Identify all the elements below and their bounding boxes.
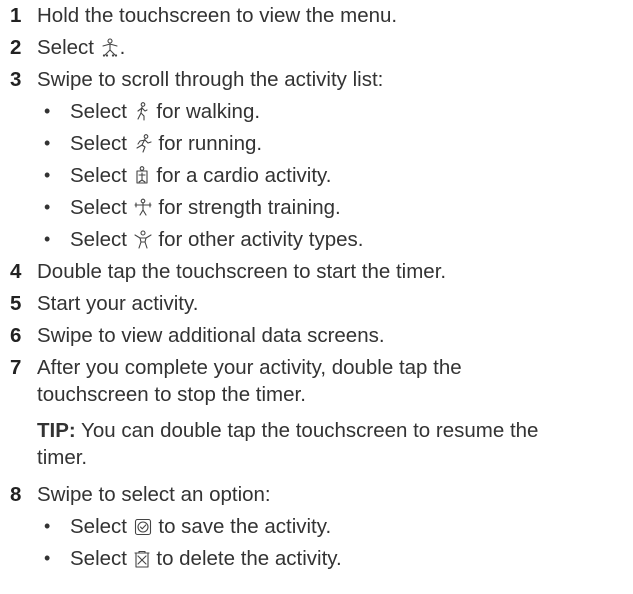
- step-number: 5: [10, 292, 22, 315]
- cardio-icon: [134, 166, 150, 185]
- instruction-document: 1 Hold the touchscreen to view the menu.…: [0, 0, 633, 594]
- running-icon: [134, 134, 152, 153]
- bullet: •: [44, 516, 51, 536]
- bullet: •: [44, 229, 51, 249]
- activity-menu-icon: [101, 38, 119, 57]
- tip-text: TIP: You can double tap the touchscreen …: [37, 419, 539, 442]
- step-number: 7: [10, 356, 22, 379]
- tip-label: TIP:: [37, 419, 76, 442]
- step-number: 4: [10, 260, 22, 283]
- step-text: Hold the touchscreen to view the menu.: [37, 4, 398, 27]
- bullet-text: Select for a cardio activity.: [70, 164, 332, 187]
- step-number: 1: [10, 4, 22, 27]
- bullet-text: Select for strength training.: [70, 196, 341, 219]
- strength-icon: [134, 198, 152, 217]
- bullet-text: Select for running.: [70, 132, 263, 155]
- delete-trash-icon: [134, 550, 150, 568]
- bullet: •: [44, 165, 51, 185]
- step-text: Select .: [37, 36, 126, 59]
- bullet: •: [44, 133, 51, 153]
- step-number: 8: [10, 483, 22, 506]
- step-number: 6: [10, 324, 22, 347]
- bullet-text: Select for other activity types.: [70, 228, 364, 251]
- walking-icon: [134, 102, 150, 121]
- other-activity-icon: [134, 230, 152, 249]
- bullet: •: [44, 101, 51, 121]
- bullet: •: [44, 197, 51, 217]
- step-text: Swipe to view additional data screens.: [37, 324, 385, 347]
- bullet-text: Select to delete the activity.: [70, 547, 342, 570]
- step-text: touchscreen to stop the timer.: [37, 383, 306, 406]
- tip-text: timer.: [37, 446, 88, 469]
- save-check-icon: [134, 518, 152, 536]
- bullet-text: Select to save the activity.: [70, 515, 332, 538]
- step-text: Swipe to select an option:: [37, 483, 271, 506]
- bullet: •: [44, 548, 51, 568]
- step-text: Double tap the touchscreen to start the …: [37, 260, 447, 283]
- step-number: 3: [10, 68, 22, 91]
- step-number: 2: [10, 36, 22, 59]
- step-text: Swipe to scroll through the activity lis…: [37, 68, 384, 91]
- bullet-text: Select for walking.: [70, 100, 261, 123]
- step-text: Start your activity.: [37, 292, 199, 315]
- step-text: After you complete your activity, double…: [37, 356, 462, 379]
